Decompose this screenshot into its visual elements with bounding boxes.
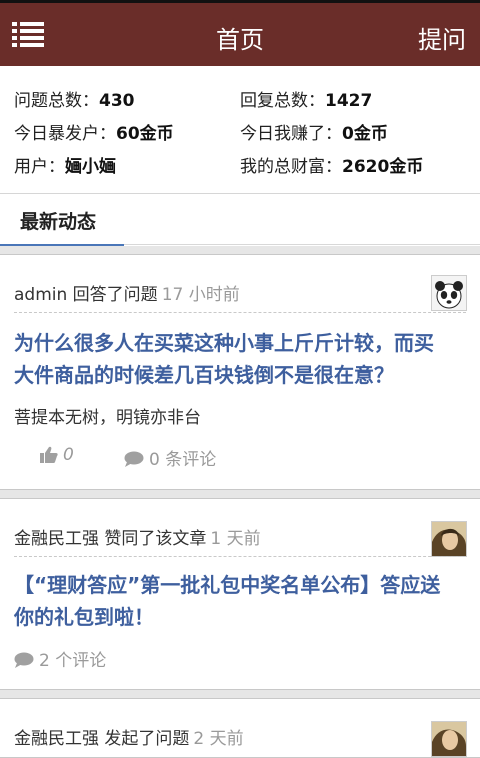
comments-link[interactable]: 2 个评论 (14, 646, 106, 674)
comment-icon (124, 451, 144, 473)
page-title: 首页 (216, 26, 264, 54)
comments-link[interactable]: 0 条评论 (124, 445, 216, 473)
tab-divider (124, 244, 480, 245)
feed-time: 17 小时前 (161, 285, 240, 305)
stat-username: 用户：婳小婳 (14, 157, 116, 177)
like-button[interactable]: 0 (40, 445, 74, 468)
divider (14, 312, 466, 313)
thumbs-up-icon (40, 446, 58, 468)
stat-today-earned: 今日我赚了：0金币 (240, 124, 388, 144)
comment-count: 2 个评论 (39, 651, 107, 671)
feed-meta: 金融民工强 发起了问题 2 天前 (14, 724, 244, 749)
feed-meta: 金融民工强 赞同了该文章 1 天前 (14, 524, 261, 549)
feed-actor[interactable]: 金融民工强 (14, 529, 99, 549)
feed-actor[interactable]: admin (14, 285, 67, 305)
question-title[interactable]: 为什么很多人在买菜这种小事上斤斤计较，而买 大件商品的时候差几百块钱倒不是很在意？ (14, 327, 466, 391)
feed-time: 1 天前 (210, 529, 261, 549)
feed-actor[interactable]: 金融民工强 (14, 729, 99, 749)
divider (14, 556, 466, 557)
avatar[interactable] (431, 275, 467, 311)
feed-action: 发起了问题 (99, 729, 190, 749)
stat-total-wealth: 我的总财富：2620金币 (240, 157, 424, 177)
stat-today-top-earner: 今日暴发户：60金币 (14, 124, 174, 144)
avatar[interactable] (431, 721, 467, 757)
tab-bar: 最新动态 (0, 194, 480, 246)
comment-icon (14, 652, 34, 674)
stat-reply-count: 回复总数：1427 (240, 91, 373, 111)
stats-panel: 问题总数：430 回复总数：1427 今日暴发户：60金币 今日我赚了：0金币 … (0, 66, 480, 194)
feed-item: admin 回答了问题 17 小时前 为什么很多人在买菜这种小事上斤斤计较，而买大… (0, 254, 480, 490)
like-count: 0 (63, 445, 74, 465)
stat-question-count: 问题总数：430 (14, 91, 135, 111)
feed-meta: admin 回答了问题 17 小时前 (14, 280, 240, 305)
feed-item: 金融民工强 发起了问题 2 天前 (0, 698, 480, 758)
avatar[interactable] (431, 521, 467, 557)
top-bar: 首页 提问 (0, 0, 480, 66)
comment-count: 0 条评论 (149, 450, 217, 470)
tab-latest-activity[interactable]: 最新动态 (0, 194, 124, 246)
article-title[interactable]: 【“理财答应”第一批礼包中奖名单公布】答应送 你的礼包到啦！ (14, 569, 466, 633)
ask-question-button[interactable]: 提问 (418, 20, 466, 55)
feed-action: 赞同了该文章 (99, 529, 207, 549)
feed-action: 回答了问题 (67, 285, 158, 305)
feed-time: 2 天前 (193, 729, 244, 749)
feed-item: 金融民工强 赞同了该文章 1 天前 【“理财答应”第一批礼包中奖名单公布】答应送你… (0, 498, 480, 690)
answer-excerpt[interactable]: 菩提本无树，明镜亦非台 (14, 403, 201, 428)
